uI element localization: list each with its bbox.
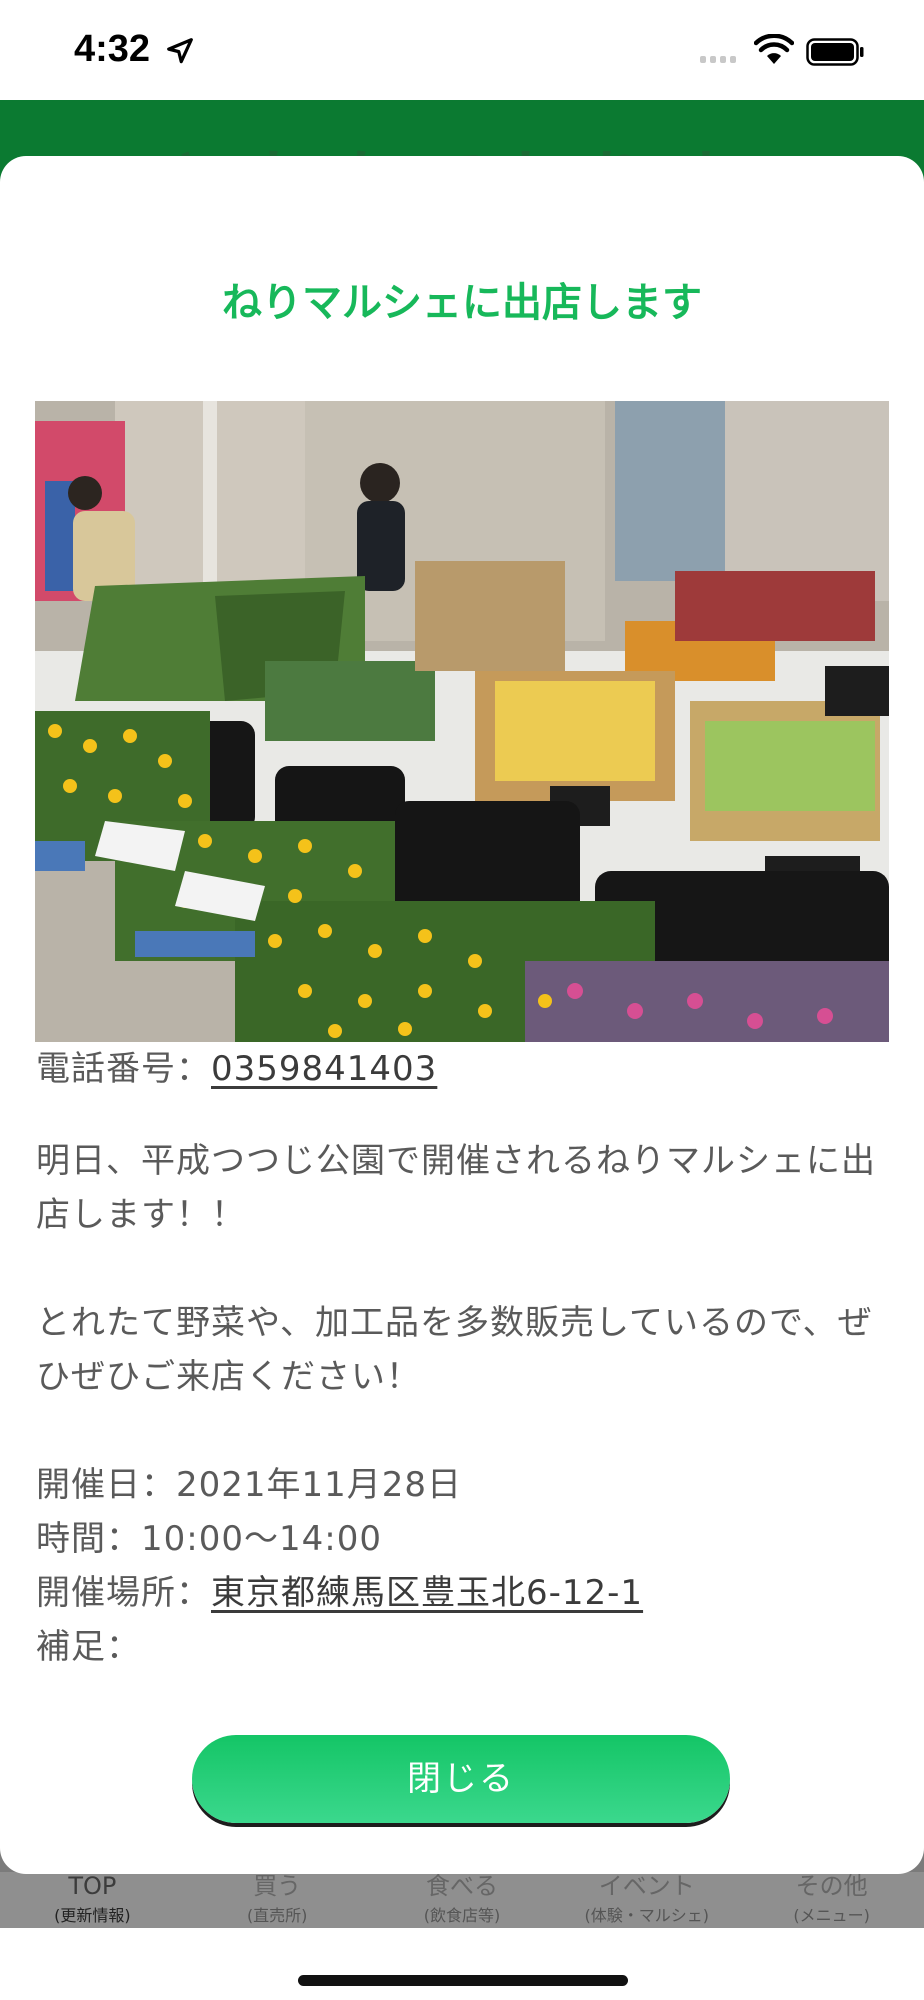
- home-indicator[interactable]: [298, 1975, 628, 1986]
- phone-label: 電話番号：: [36, 1049, 211, 1089]
- tab-label: TOP: [68, 1872, 117, 1900]
- event-place-row: 開催場所：東京都練馬区豊玉北6-12-1: [36, 1566, 896, 1620]
- tab-label: イベント: [598, 1872, 695, 1900]
- location-arrow-icon: [167, 38, 193, 64]
- tab-sublabel: (体験・マルシェ): [584, 1906, 710, 1925]
- event-detail-modal: ねりマルシェに出店します 電話番号：0359841403 明日、平成つつじ公園で…: [0, 156, 924, 1874]
- tab-sublabel: (更新情報): [54, 1906, 131, 1925]
- phone-row: 電話番号：0359841403: [36, 1042, 896, 1096]
- close-button[interactable]: 閉じる: [192, 1735, 730, 1823]
- event-description: 明日、平成つつじ公園で開催されるねりマルシェに出店します！！: [36, 1141, 876, 1235]
- battery-icon: [806, 38, 864, 66]
- wifi-icon: [754, 34, 794, 64]
- status-bar: 4:32: [0, 0, 924, 100]
- tab-eat[interactable]: 食べる (飲食店等): [370, 1872, 555, 1928]
- tab-other[interactable]: その他 (メニュー): [739, 1872, 924, 1928]
- address-link[interactable]: 東京都練馬区豊玉北6-12-1: [211, 1573, 643, 1613]
- tab-sublabel: (直売所): [246, 1906, 308, 1925]
- tab-event[interactable]: イベント (体験・マルシェ): [554, 1872, 739, 1928]
- tab-sublabel: (飲食店等): [423, 1906, 501, 1925]
- date-label: 開催日：: [36, 1465, 176, 1505]
- event-description-2: とれたて野菜や、加工品を多数販売しているので、ぜひぜひご来店ください！: [36, 1303, 873, 1397]
- cellular-signal-icon: [700, 56, 736, 63]
- safe-area-bottom: [0, 1928, 924, 2000]
- tab-label: 買う: [253, 1872, 302, 1900]
- modal-title: ねりマルシェに出店します: [222, 280, 702, 326]
- phone-number-link[interactable]: 0359841403: [211, 1049, 437, 1089]
- event-photo: [35, 401, 889, 1042]
- date-value: 2021年11月28日: [176, 1465, 463, 1505]
- time-value: 10:00〜14:00: [141, 1519, 382, 1559]
- tab-label: その他: [795, 1872, 868, 1900]
- tab-sublabel: (メニュー): [793, 1906, 870, 1925]
- event-info: 開催日：2021年11月28日 時間：10:00〜14:00 開催場所：東京都練…: [36, 1458, 896, 1674]
- time-label: 時間：: [36, 1519, 141, 1559]
- place-label: 開催場所：: [36, 1573, 211, 1613]
- tab-buy[interactable]: 買う (直売所): [185, 1872, 370, 1928]
- event-time-row: 時間：10:00〜14:00: [36, 1512, 896, 1566]
- tab-top[interactable]: TOP (更新情報): [0, 1872, 185, 1928]
- tab-bar: TOP (更新情報) 買う (直売所) 食べる (飲食店等) イベント (体験・…: [0, 1872, 924, 1928]
- event-date-row: 開催日：2021年11月28日: [36, 1458, 896, 1512]
- note-label: 補足：: [36, 1627, 141, 1667]
- tab-label: 食べる: [425, 1872, 498, 1900]
- status-time: 4:32: [74, 28, 151, 70]
- event-note-row: 補足：: [36, 1620, 896, 1674]
